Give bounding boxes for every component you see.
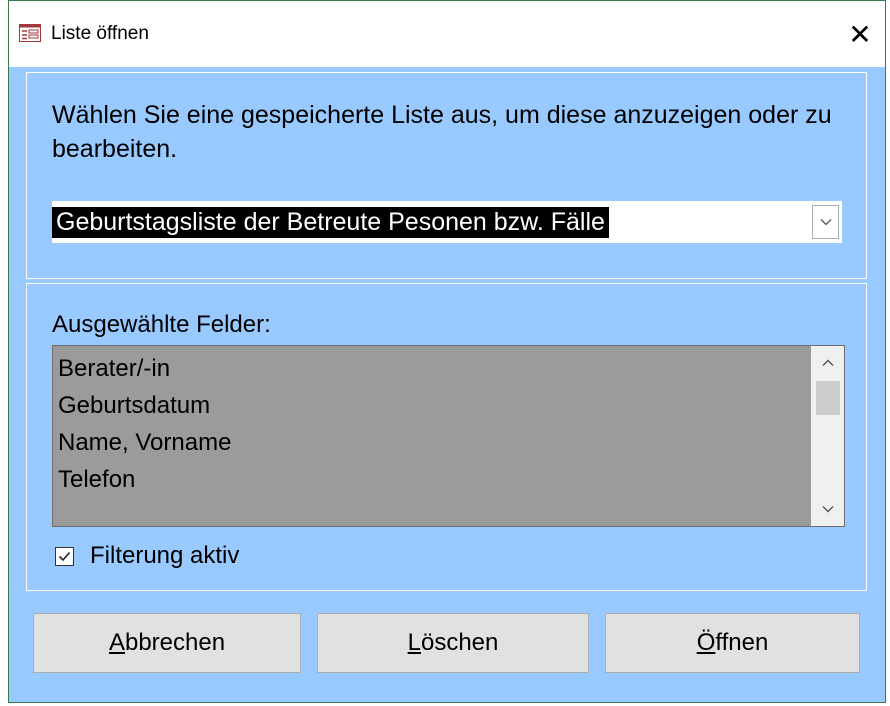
list-item[interactable]: Geburtsdatum (58, 387, 813, 424)
cancel-button[interactable]: Abbrechen (33, 613, 301, 673)
combobox-dropdown-button[interactable] (812, 205, 839, 239)
chevron-down-icon (822, 500, 834, 518)
selected-fields-listbox[interactable]: Berater/-in Geburtsdatum Name, Vorname T… (52, 345, 845, 527)
filter-checkbox[interactable] (55, 546, 74, 566)
cancel-label: bbrechen (124, 629, 226, 656)
delete-label: öschen (420, 629, 499, 656)
list-item[interactable]: Telefon (58, 461, 813, 498)
close-icon: ✕ (848, 18, 872, 50)
form-icon (19, 24, 41, 42)
list-item[interactable]: Name, Vorname (58, 424, 813, 461)
delete-accel-key: L (407, 629, 421, 656)
chevron-up-icon (822, 354, 834, 372)
cancel-accel-key: A (108, 629, 125, 656)
combobox-selected-text: Geburtstagsliste der Betreute Pesonen bz… (52, 206, 609, 238)
listbox-scrollbar[interactable] (811, 346, 844, 526)
chevron-down-icon (820, 213, 832, 231)
title-bar: Liste öffnen ✕ (9, 1, 885, 67)
open-accel-key: Ö (696, 629, 716, 656)
filter-label: Filterung aktiv (90, 542, 240, 569)
list-item[interactable]: Berater/-in (58, 350, 813, 387)
close-button[interactable]: ✕ (835, 9, 885, 59)
dialog-window: Liste öffnen ✕ Wählen Sie eine gespeiche… (8, 0, 886, 703)
open-button[interactable]: Öffnen (605, 613, 860, 673)
delete-button[interactable]: Löschen (317, 613, 589, 673)
filter-option: Filterung aktiv (55, 541, 239, 571)
saved-list-combobox[interactable]: Geburtstagsliste der Betreute Pesonen bz… (52, 201, 842, 243)
scroll-up-button[interactable] (811, 346, 844, 380)
scroll-down-button[interactable] (811, 492, 844, 526)
instruction-text: Wählen Sie eine gespeicherte Liste aus, … (52, 101, 832, 163)
scroll-thumb[interactable] (816, 381, 840, 415)
dialog-body: Wählen Sie eine gespeicherte Liste aus, … (9, 67, 885, 702)
checkmark-icon (58, 551, 71, 561)
window-title: Liste öffnen (51, 23, 149, 44)
open-label: ffnen (715, 629, 769, 656)
combobox-value: Geburtstagsliste der Betreute Pesonen bz… (52, 201, 813, 243)
fields-list: Berater/-in Geburtsdatum Name, Vorname T… (58, 350, 813, 498)
list-selection-panel: Wählen Sie eine gespeicherte Liste aus, … (26, 72, 867, 279)
selected-fields-panel: Ausgewählte Felder: Berater/-in Geburtsd… (26, 283, 867, 591)
selected-fields-label: Ausgewählte Felder: (52, 311, 271, 338)
